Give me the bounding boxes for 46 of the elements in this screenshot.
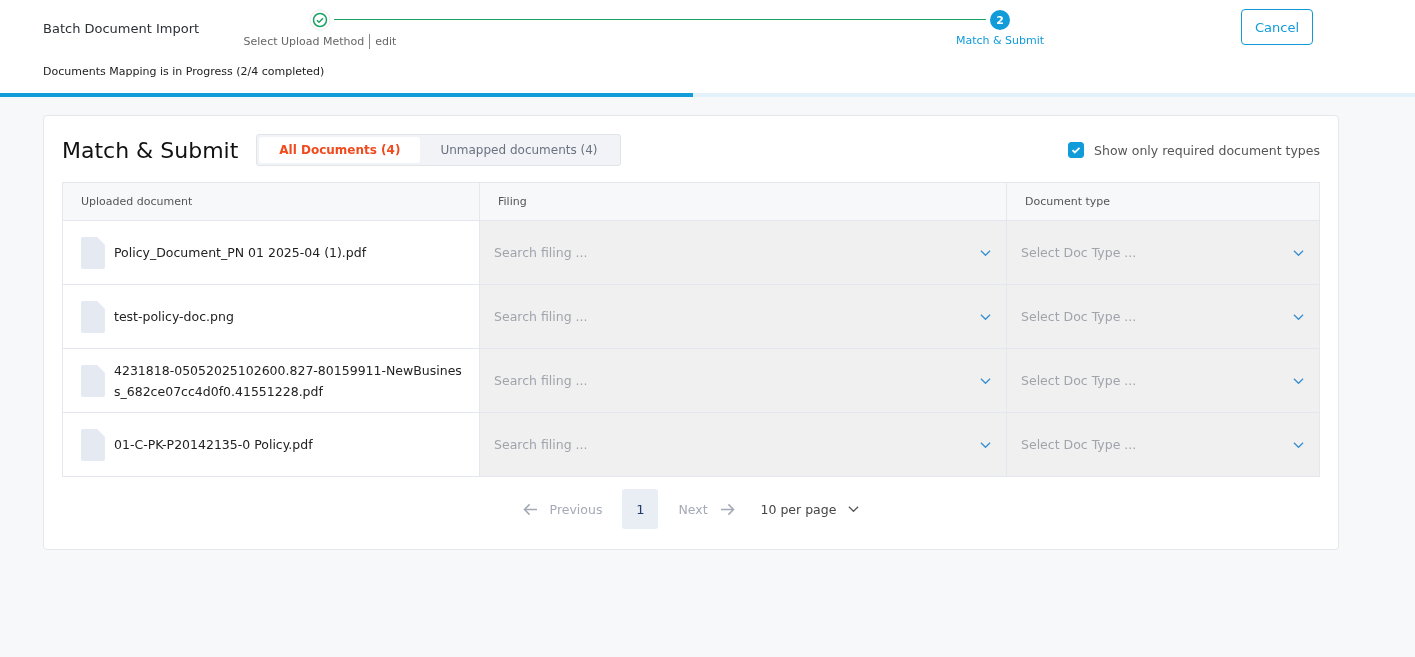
checkbox[interactable] xyxy=(1068,142,1085,158)
step-label[interactable]: Select Upload Method xyxy=(243,35,365,48)
filing-dropdown[interactable]: Search filing ... xyxy=(479,284,1007,349)
tab[interactable]: Unmapped documents (4) xyxy=(420,137,618,163)
tab[interactable]: All Documents (4) xyxy=(259,137,421,163)
chevron-down-icon xyxy=(980,440,991,449)
file-icon xyxy=(81,236,105,269)
document-name: test-policy-doc.png xyxy=(114,308,234,326)
file-icon xyxy=(81,428,105,461)
filing-dropdown[interactable]: Search filing ... xyxy=(479,220,1007,285)
chevron-down-icon xyxy=(980,312,991,321)
document-name: 01-C-PK-P20142135-0 Policy.pdf xyxy=(114,436,313,454)
page-button[interactable]: 1 xyxy=(622,489,659,529)
edit-link[interactable]: edit xyxy=(375,35,397,48)
chevron-down-icon[interactable] xyxy=(848,505,860,513)
document-type-dropdown[interactable]: Select Doc Type ... xyxy=(1006,220,1320,285)
checkbox-label[interactable]: Show only required document types xyxy=(1094,142,1320,158)
column-header: Uploaded document xyxy=(81,195,193,208)
step-number: 2 xyxy=(990,10,1010,30)
file-icon xyxy=(81,364,105,397)
per-page-select[interactable]: 10 per page xyxy=(760,501,837,517)
status-text: Documents Mapping is in Progress (2/4 completed) xyxy=(43,65,325,78)
document-name: 4231818-05052025102600.827-80159911-NewBusiness_682ce07cc4d0f0.41551228.pdf xyxy=(114,361,463,401)
document-type-dropdown[interactable]: Select Doc Type ... xyxy=(1006,348,1320,413)
panel-title: Match & Submit xyxy=(62,137,239,163)
chevron-down-icon xyxy=(1293,376,1304,385)
chevron-down-icon xyxy=(980,248,991,257)
next-link[interactable]: Next xyxy=(678,501,708,517)
step-label[interactable]: Match & Submit xyxy=(955,34,1045,47)
cancel-button[interactable]: Cancel xyxy=(1241,9,1313,45)
chevron-down-icon xyxy=(980,376,991,385)
document-name: Policy_Document_PN 01 2025-04 (1).pdf xyxy=(114,244,367,262)
file-icon xyxy=(81,300,105,333)
previous-link[interactable]: Previous xyxy=(549,501,603,517)
filing-dropdown[interactable]: Search filing ... xyxy=(479,412,1007,477)
arrow-left-icon xyxy=(522,502,538,516)
arrow-right-icon xyxy=(719,502,735,516)
chevron-down-icon xyxy=(1293,440,1304,449)
filing-dropdown[interactable]: Search filing ... xyxy=(479,348,1007,413)
document-type-dropdown[interactable]: Select Doc Type ... xyxy=(1006,412,1320,477)
chevron-down-icon xyxy=(1293,248,1304,257)
page-title: Batch Document Import xyxy=(43,21,200,36)
chevron-down-icon xyxy=(1293,312,1304,321)
column-header: Document type xyxy=(1025,195,1111,208)
document-type-dropdown[interactable]: Select Doc Type ... xyxy=(1006,284,1320,349)
column-header: Filing xyxy=(498,195,527,208)
